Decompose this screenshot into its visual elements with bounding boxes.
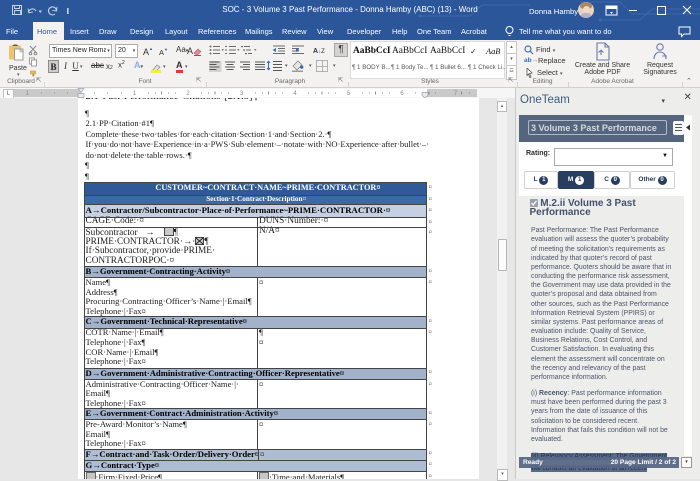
svg-text:1: 1: [133, 91, 137, 97]
svg-text:5: 5: [347, 91, 351, 97]
svg-text:2: 2: [186, 91, 190, 97]
svg-text:7: 7: [454, 91, 458, 97]
svg-text:6: 6: [400, 91, 404, 97]
svg-text:1: 1: [26, 91, 30, 97]
svg-text:3: 3: [240, 91, 244, 97]
svg-text:4: 4: [293, 91, 297, 97]
